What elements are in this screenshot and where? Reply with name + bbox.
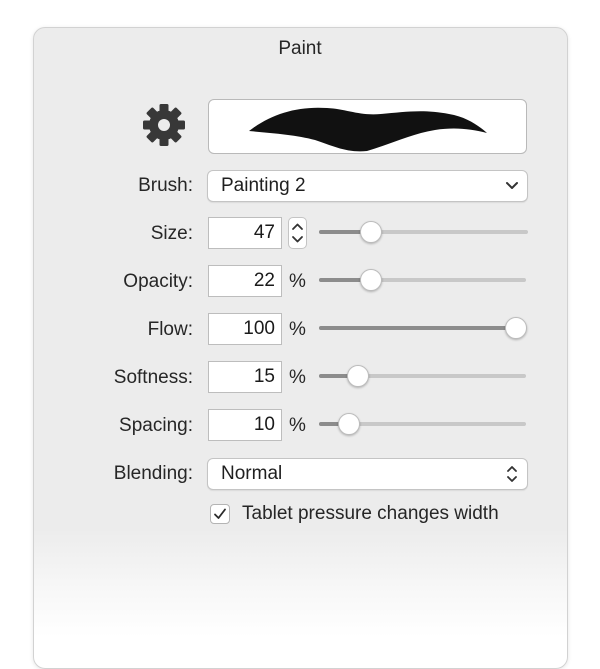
brush-label: Brush: (138, 175, 193, 196)
brush-stroke-preview (249, 107, 487, 152)
flow-field[interactable]: 100 (208, 313, 282, 345)
spacing-field[interactable]: 10 (208, 409, 282, 441)
gear-icon[interactable] (142, 103, 186, 147)
spacing-slider-knob[interactable] (337, 413, 360, 435)
opacity-field[interactable]: 22 (208, 265, 282, 297)
flow-slider-knob[interactable] (505, 317, 527, 339)
spacing-label: Spacing: (119, 415, 193, 436)
opacity-label: Opacity: (123, 271, 193, 292)
flow-slider[interactable] (319, 326, 526, 330)
checkmark-icon (214, 508, 226, 519)
softness-slider-knob[interactable] (346, 365, 369, 387)
opacity-value: 22 (253, 270, 275, 291)
softness-label: Softness: (113, 367, 193, 388)
brush-preview (208, 99, 527, 154)
chevron-up-down-icon (505, 459, 519, 489)
tablet-pressure-checkbox[interactable] (210, 504, 230, 524)
size-slider[interactable] (319, 230, 528, 234)
opacity-slider-knob[interactable] (359, 269, 382, 291)
tablet-pressure-label[interactable]: Tablet pressure changes width (242, 502, 499, 526)
softness-value: 15 (253, 366, 275, 387)
flow-label: Flow: (147, 319, 193, 340)
softness-unit: % (289, 367, 306, 388)
flow-unit: % (289, 319, 306, 340)
size-label: Size: (150, 223, 193, 244)
brush-popup[interactable]: Painting 2 (207, 170, 528, 202)
spacing-value: 10 (253, 414, 275, 435)
flow-slider-fill (319, 326, 515, 330)
stepper-up-icon (292, 223, 303, 230)
size-stepper[interactable] (288, 217, 307, 249)
blending-label: Blending: (113, 463, 193, 484)
size-value: 47 (253, 222, 275, 243)
spacing-unit: % (289, 415, 306, 436)
stepper-down-icon (292, 236, 303, 243)
chevron-down-icon (505, 171, 519, 201)
softness-field[interactable]: 15 (208, 361, 282, 393)
panel-title: Paint (278, 38, 322, 59)
blending-popup[interactable]: Normal (207, 458, 528, 490)
brush-value: Painting 2 (221, 175, 306, 196)
size-field[interactable]: 47 (208, 217, 282, 249)
opacity-unit: % (289, 271, 306, 292)
blending-value: Normal (221, 463, 283, 484)
flow-value: 100 (243, 318, 275, 339)
opacity-slider[interactable] (319, 278, 526, 282)
